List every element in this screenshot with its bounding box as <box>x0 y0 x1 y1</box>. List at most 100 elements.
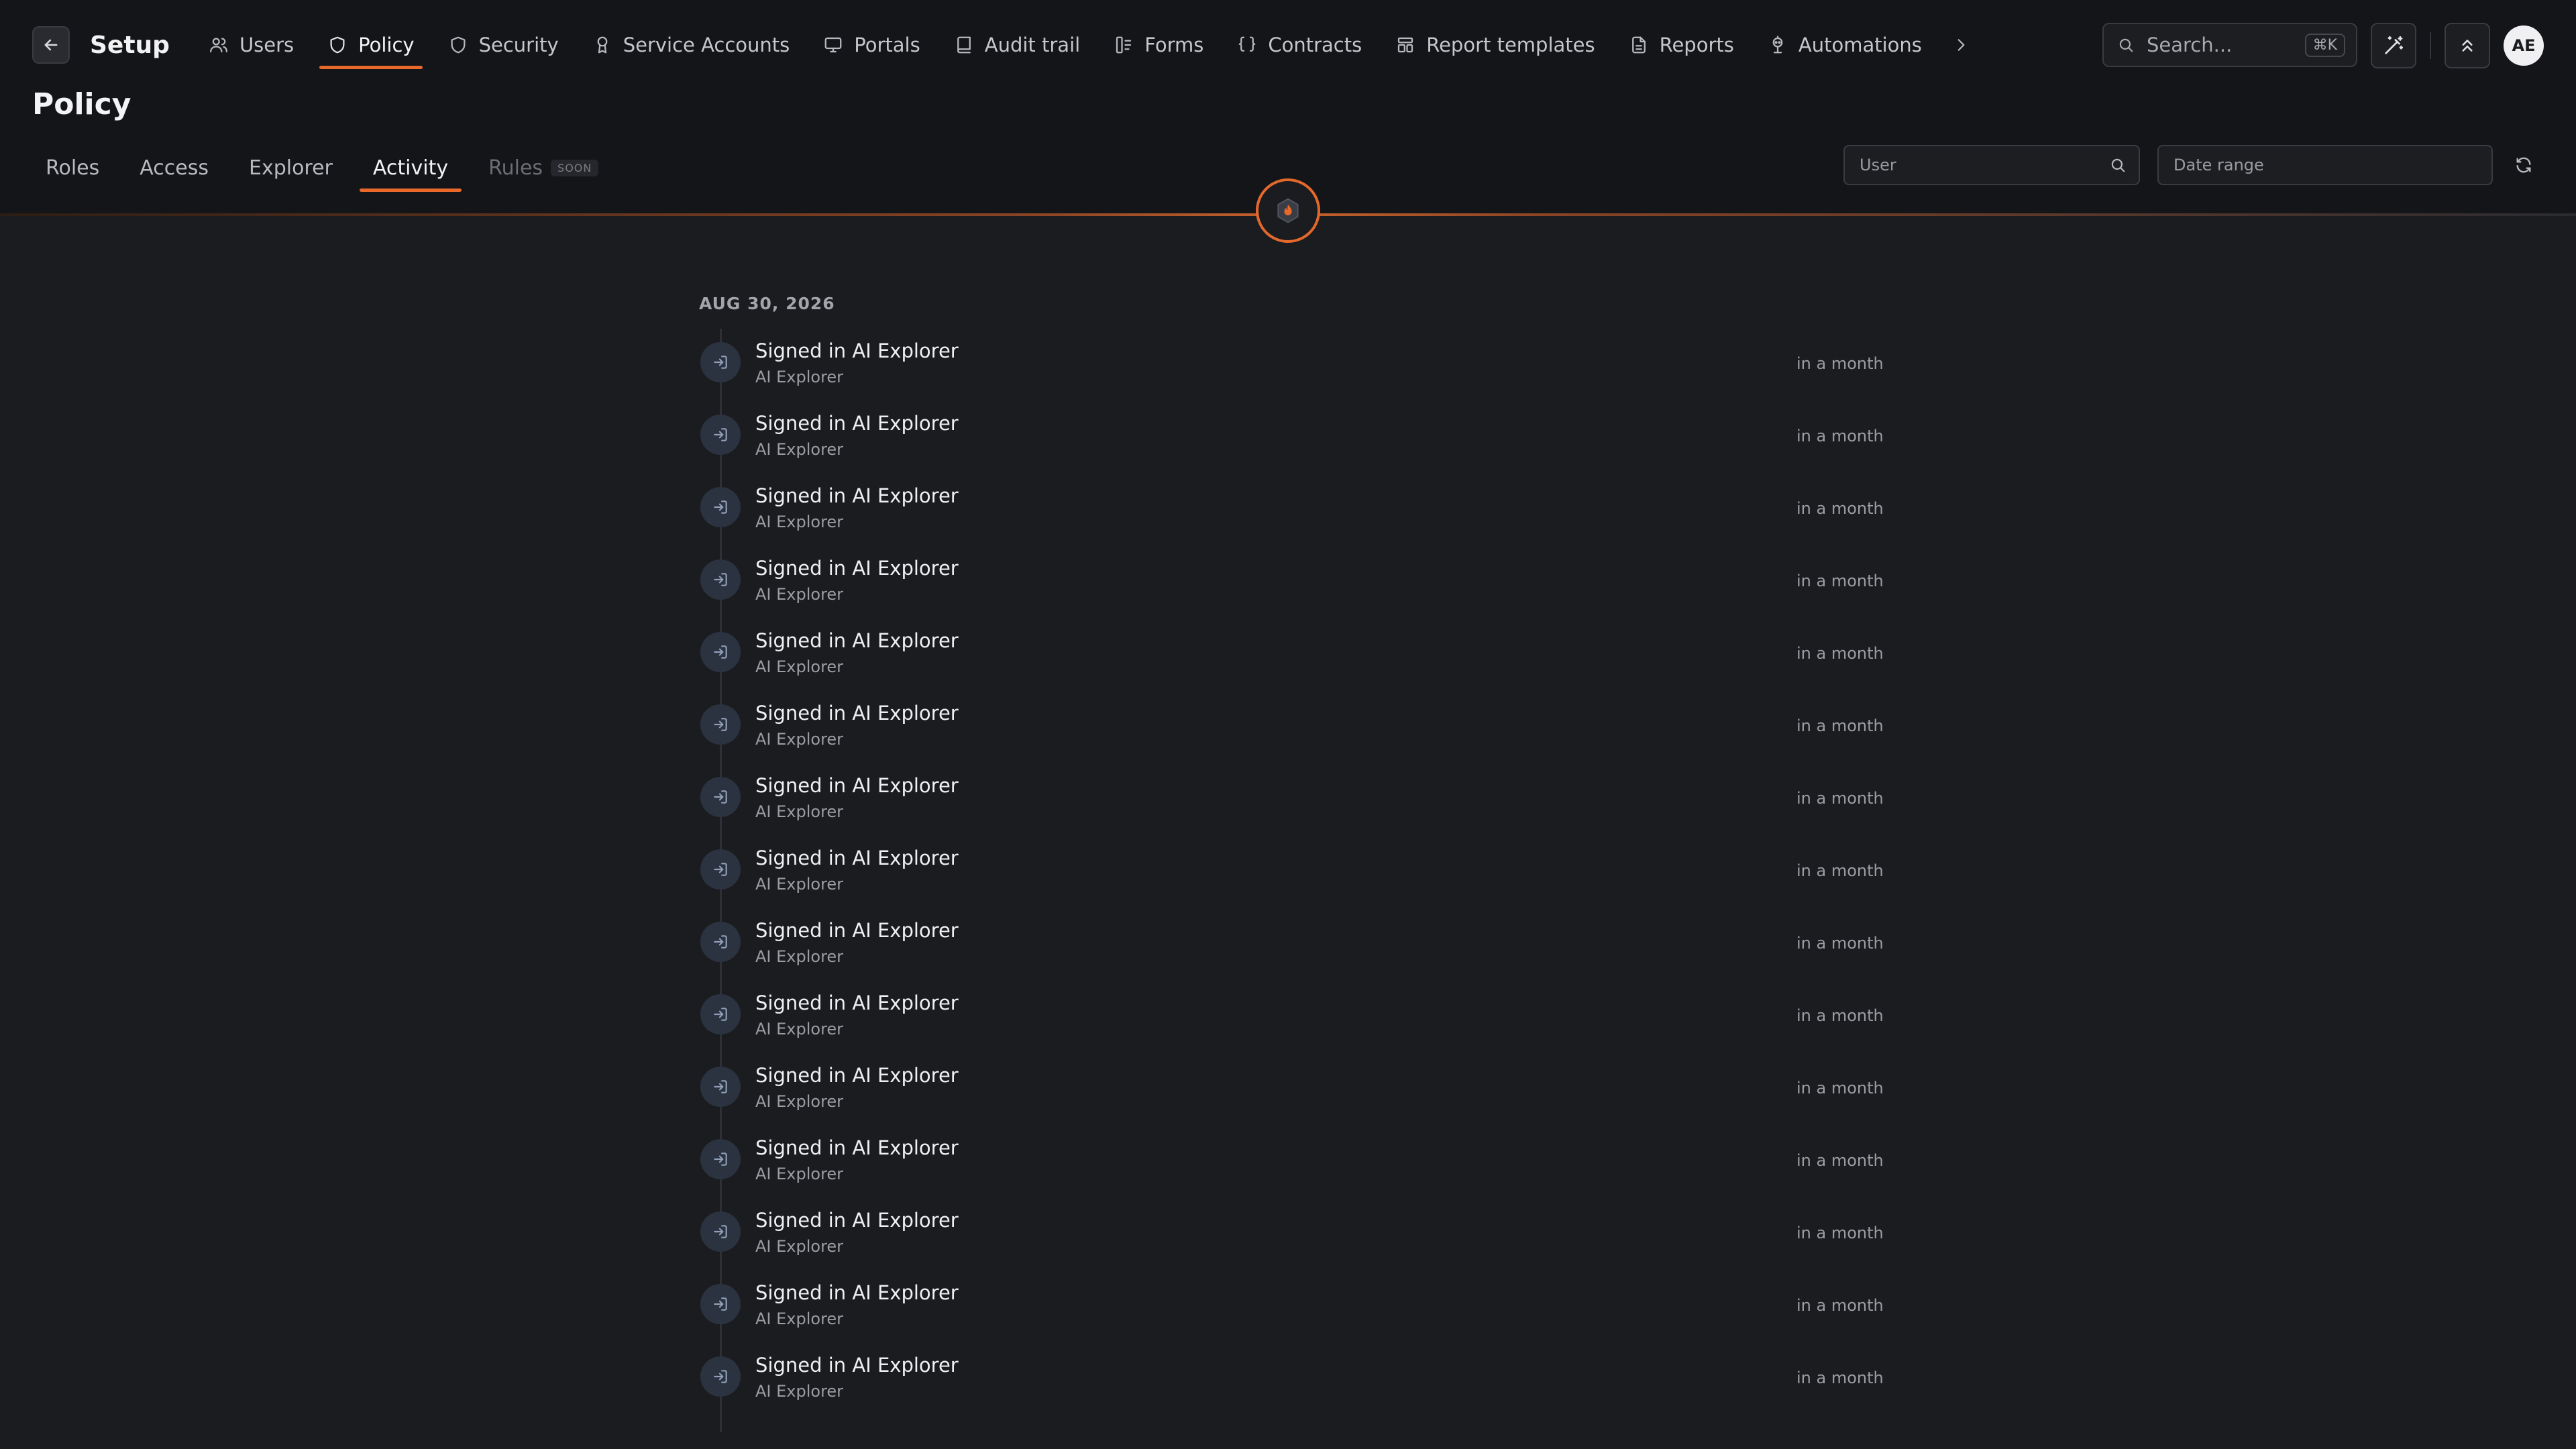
activity-subtitle: AI Explorer <box>755 585 844 604</box>
activity-title: Signed in AI Explorer <box>755 847 959 869</box>
nav-item-reports[interactable]: Reports <box>1621 23 1742 67</box>
template-icon <box>1398 37 1413 53</box>
activity-entry[interactable]: Signed in AI Explorer AI Explorer in a m… <box>699 625 1884 698</box>
activity-title: Signed in AI Explorer <box>755 1064 959 1087</box>
activity-subtitle: AI Explorer <box>755 368 844 386</box>
user-filter[interactable] <box>1843 145 2140 185</box>
soon-badge: SOON <box>551 159 599 176</box>
activity-entry[interactable]: Signed in AI Explorer AI Explorer in a m… <box>699 770 1884 843</box>
top-nav: Setup Users Policy Security Service Acco… <box>32 23 1974 69</box>
sign-in-icon <box>700 994 741 1034</box>
activity-subtitle: AI Explorer <box>755 875 844 894</box>
activity-entry[interactable]: Signed in AI Explorer AI Explorer in a m… <box>699 1132 1884 1205</box>
date-range-input[interactable] <box>2172 155 2478 175</box>
sign-in-icon <box>700 1212 741 1252</box>
chevrons-up-icon <box>2462 40 2473 52</box>
sign-in-icon <box>700 1356 741 1397</box>
sign-in-icon <box>700 704 741 745</box>
activity-time: in a month <box>1796 861 1884 880</box>
activity-title: Signed in AI Explorer <box>755 412 959 435</box>
sign-in-icon <box>700 1284 741 1324</box>
nav-item-label: Security <box>478 34 559 56</box>
activity-feed: Signed in AI Explorer AI Explorer in a m… <box>699 335 1884 1422</box>
nav-item-label: Service Accounts <box>623 34 790 56</box>
activity-title: Signed in AI Explorer <box>755 919 959 942</box>
activity-time: in a month <box>1796 934 1884 953</box>
activity-entry[interactable]: Signed in AI Explorer AI Explorer in a m… <box>699 480 1884 553</box>
activity-time: in a month <box>1796 789 1884 808</box>
nav-item-label: Automations <box>1798 34 1922 56</box>
chevron-right-icon <box>1957 39 1965 51</box>
tab-activity[interactable]: Activity <box>359 145 462 192</box>
activity-title: Signed in AI Explorer <box>755 1209 959 1232</box>
nav-item-forms[interactable]: Forms <box>1106 23 1212 67</box>
activity-subtitle: AI Explorer <box>755 1165 844 1183</box>
nav-item-security[interactable]: Security <box>440 23 567 67</box>
sign-in-icon <box>700 342 741 382</box>
collapse-header-button[interactable] <box>2445 23 2490 68</box>
activity-time: in a month <box>1796 716 1884 735</box>
nav-item-audit-trail[interactable]: Audit trail <box>946 23 1088 67</box>
refresh-button[interactable] <box>2510 152 2537 178</box>
sign-in-icon <box>700 777 741 817</box>
tab-roles[interactable]: Roles <box>32 145 113 191</box>
header-divider <box>2430 32 2431 59</box>
badge-icon <box>597 36 608 54</box>
activity-subtitle: AI Explorer <box>755 1309 844 1328</box>
nav-item-report-templates[interactable]: Report templates <box>1387 23 1603 67</box>
activity-entry[interactable]: Signed in AI Explorer AI Explorer in a m… <box>699 1350 1884 1422</box>
sign-in-icon <box>700 1067 741 1107</box>
user-filter-input[interactable] <box>1858 155 2109 175</box>
user-avatar[interactable]: AE <box>2504 25 2544 66</box>
date-range-filter[interactable] <box>2157 145 2493 185</box>
activity-subtitle: AI Explorer <box>755 440 844 459</box>
nav-item-label: Reports <box>1659 34 1734 56</box>
activity-time: in a month <box>1796 1151 1884 1170</box>
activity-entry[interactable]: Signed in AI Explorer AI Explorer in a m… <box>699 553 1884 625</box>
shield-outline-icon <box>451 36 466 54</box>
nav-item-portals[interactable]: Portals <box>815 23 928 67</box>
activity-entry[interactable]: Signed in AI Explorer AI Explorer in a m… <box>699 915 1884 987</box>
activity-entry[interactable]: Signed in AI Explorer AI Explorer in a m… <box>699 698 1884 770</box>
activity-time: in a month <box>1796 499 1884 518</box>
activity-entry[interactable]: Signed in AI Explorer AI Explorer in a m… <box>699 1277 1884 1350</box>
refresh-icon <box>2516 157 2531 173</box>
activity-title: Signed in AI Explorer <box>755 1281 959 1304</box>
activity-title: Signed in AI Explorer <box>755 629 959 652</box>
activity-entry[interactable]: Signed in AI Explorer AI Explorer in a m… <box>699 987 1884 1060</box>
activity-date-header: AUG 30, 2026 <box>699 294 835 313</box>
nav-item-policy[interactable]: Policy <box>319 23 423 69</box>
activity-title: Signed in AI Explorer <box>755 484 959 507</box>
form-icon <box>1116 36 1132 54</box>
activity-time: in a month <box>1796 1368 1884 1387</box>
activity-time: in a month <box>1796 1296 1884 1315</box>
activity-title: Signed in AI Explorer <box>755 702 959 724</box>
back-button[interactable] <box>32 26 70 64</box>
tab-rules: Rules SOON <box>475 145 612 191</box>
activity-title: Signed in AI Explorer <box>755 557 959 580</box>
activity-entry[interactable]: Signed in AI Explorer AI Explorer in a m… <box>699 1205 1884 1277</box>
activity-entry[interactable]: Signed in AI Explorer AI Explorer in a m… <box>699 335 1884 408</box>
braces-icon <box>1238 36 1256 52</box>
sign-in-icon <box>700 632 741 672</box>
ai-magic-button[interactable] <box>2371 23 2416 68</box>
book-icon <box>957 36 971 54</box>
tab-access[interactable]: Access <box>126 145 222 191</box>
tab-explorer[interactable]: Explorer <box>235 145 346 191</box>
activity-entry[interactable]: Signed in AI Explorer AI Explorer in a m… <box>699 843 1884 915</box>
nav-scroll-right-button[interactable] <box>1947 23 1974 67</box>
sign-in-icon <box>700 487 741 527</box>
activity-entry[interactable]: Signed in AI Explorer AI Explorer in a m… <box>699 408 1884 480</box>
nav-item-contracts[interactable]: Contracts <box>1229 23 1370 67</box>
global-search-input[interactable]: Search... ⌘K <box>2102 23 2357 67</box>
shield-icon <box>330 36 345 54</box>
activity-subtitle: AI Explorer <box>755 1092 844 1111</box>
nav-item-users[interactable]: Users <box>201 23 302 67</box>
activity-entry[interactable]: Signed in AI Explorer AI Explorer in a m… <box>699 1060 1884 1132</box>
activity-title: Signed in AI Explorer <box>755 1136 959 1159</box>
nav-item-service-accounts[interactable]: Service Accounts <box>584 23 798 67</box>
arrow-left-icon <box>44 39 58 51</box>
nav-item-automations[interactable]: Automations <box>1760 23 1930 67</box>
tab-rules-label: Rules <box>488 156 543 180</box>
search-shortcut-badge: ⌘K <box>2304 33 2345 57</box>
